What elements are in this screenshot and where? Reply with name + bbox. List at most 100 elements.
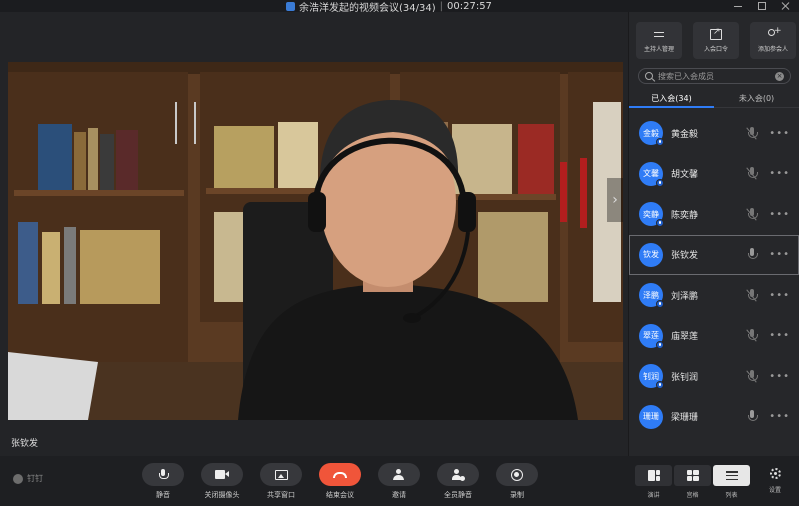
record-icon [511,468,523,481]
layout-grid-label: 宫格 [686,492,699,499]
share-window-button[interactable]: 共享窗口 [255,463,307,500]
next-page-arrow[interactable]: › [607,178,623,222]
speaking-mic-icon [656,219,664,228]
minimize-icon[interactable] [733,1,743,11]
host-management-label: 主持人管理 [643,45,674,53]
speaking-mic-icon [656,138,664,147]
more-options-icon[interactable]: ••• [769,371,790,382]
meeting-title: 余浩洋发起的视频会议(34/34) | 00:27:57 [286,0,492,14]
avatar: 文馨 [639,161,664,187]
camera-off-button[interactable]: 关闭摄像头 [196,463,248,500]
layout-list-box[interactable] [713,465,750,486]
member-name: 张钦发 [671,251,699,262]
participants-panel: 主持人管理 入会口令 添加参会人 × 已入会(34) 未入会(0) 金毅 黄金毅 [628,12,799,456]
title-separator: | [439,0,443,12]
member-row[interactable]: 钦发 张钦发 ••• [629,234,799,275]
mute-pill[interactable] [142,463,184,486]
lock-icon [286,1,295,11]
list-layout-icon [725,471,738,480]
member-row[interactable]: 钊润 张钊润 ••• [629,356,799,397]
host-settings-icon [653,29,665,40]
tab-joined[interactable]: 已入会(34) [629,89,714,108]
member-row[interactable]: 泽鹏 刘泽鹏 ••• [629,275,799,316]
join-code-label: 入会口令 [703,45,728,53]
more-options-icon[interactable]: ••• [769,411,790,422]
speaker-layout-icon [647,470,660,481]
mute-all-button[interactable]: 全员静音 [432,463,484,500]
close-icon[interactable] [781,1,791,11]
dingtalk-logo-icon [13,473,23,484]
avatar-text: 钊润 [643,371,659,381]
member-name: 梁珊珊 [671,413,699,424]
invite-label: 邀请 [392,491,406,499]
layout-speaker-button[interactable]: 演讲 [635,465,672,499]
meeting-toolbar: 钉钉 静音 关闭摄像头 共享窗口 结束会议 邀请 全员静音 录制 演讲 宫格 列… [0,456,799,506]
member-row[interactable]: 翠莲 庙翠莲 ••• [629,316,799,357]
mute-all-pill[interactable] [437,463,479,486]
meeting-timer: 00:27:57 [447,0,492,12]
more-options-icon[interactable]: ••• [769,290,790,301]
member-row[interactable]: 珊珊 梁珊珊 ••• [629,397,799,438]
layout-speaker-box[interactable] [635,465,672,486]
avatar-text: 奕静 [643,209,659,219]
mic-icon[interactable] [747,248,759,261]
mic-muted-icon[interactable] [746,288,759,302]
member-row[interactable]: 文馨 胡文馨 ••• [629,154,799,195]
layout-grid-box[interactable] [674,465,711,486]
end-meeting-button[interactable]: 结束会议 [314,463,366,500]
mic-icon[interactable] [747,410,759,423]
avatar: 泽鹏 [639,283,664,309]
settings-button[interactable]: 设置 [760,468,790,494]
brand: 钉钉 [13,473,43,484]
member-search-input[interactable] [658,71,770,81]
invite-button[interactable]: 邀请 [373,463,425,500]
tab-not-joined[interactable]: 未入会(0) [714,89,799,107]
record-button[interactable]: 录制 [491,463,543,500]
camera-off-label: 关闭摄像头 [204,491,240,499]
more-options-icon[interactable]: ••• [769,168,790,179]
more-options-icon[interactable]: ••• [769,209,790,220]
member-tabs: 已入会(34) 未入会(0) [629,89,799,108]
layout-list-button[interactable]: 列表 [713,465,750,499]
speaker-video-frame [8,62,623,420]
more-options-icon[interactable]: ••• [769,330,790,341]
mic-muted-icon[interactable] [746,167,759,180]
mic-muted-icon[interactable] [746,369,759,383]
search-icon [645,72,653,80]
more-options-icon[interactable]: ••• [769,249,790,260]
speaking-mic-icon [656,340,664,349]
hang-up-icon [333,471,347,478]
avatar-text: 泽鹏 [643,290,659,300]
clear-search-icon[interactable]: × [775,71,784,81]
more-options-icon[interactable]: ••• [769,128,790,139]
grid-layout-icon [686,470,699,481]
avatar: 奕静 [639,202,664,228]
mic-muted-icon[interactable] [746,207,759,221]
mic-muted-icon[interactable] [746,329,759,342]
camera-pill[interactable] [201,463,243,486]
member-row[interactable]: 奕静 陈奕静 ••• [629,194,799,235]
record-label: 录制 [510,491,524,499]
mute-button[interactable]: 静音 [137,463,189,500]
title-bar: 余浩洋发起的视频会议(34/34) | 00:27:57 [0,0,799,14]
layout-list-label: 列表 [725,492,738,499]
meeting-window: 余浩洋发起的视频会议(34/34) | 00:27:57 › 张钦发 主持人管理… [0,0,799,506]
record-pill[interactable] [496,463,538,486]
speaking-mic-icon [656,381,664,390]
share-pill[interactable] [260,463,302,486]
join-code-icon [710,27,722,40]
share-screen-icon [274,469,288,480]
end-pill[interactable] [319,463,361,486]
member-list: 金毅 黄金毅 ••• 文馨 胡文馨 ••• 奕静 陈奕静 ••• 钦发 张钦发 [629,108,799,437]
member-row[interactable]: 金毅 黄金毅 ••• [629,113,799,154]
join-code-button[interactable]: 入会口令 [693,22,739,59]
avatar: 钦发 [639,242,663,267]
avatar-text: 金毅 [643,128,659,138]
add-participant-button[interactable]: 添加参会人 [750,22,796,59]
host-management-button[interactable]: 主持人管理 [636,22,682,59]
layout-grid-button[interactable]: 宫格 [674,465,711,499]
settings-label: 设置 [768,487,781,494]
mic-muted-icon[interactable] [746,126,759,140]
invite-pill[interactable] [378,463,420,486]
maximize-icon[interactable] [757,1,767,11]
